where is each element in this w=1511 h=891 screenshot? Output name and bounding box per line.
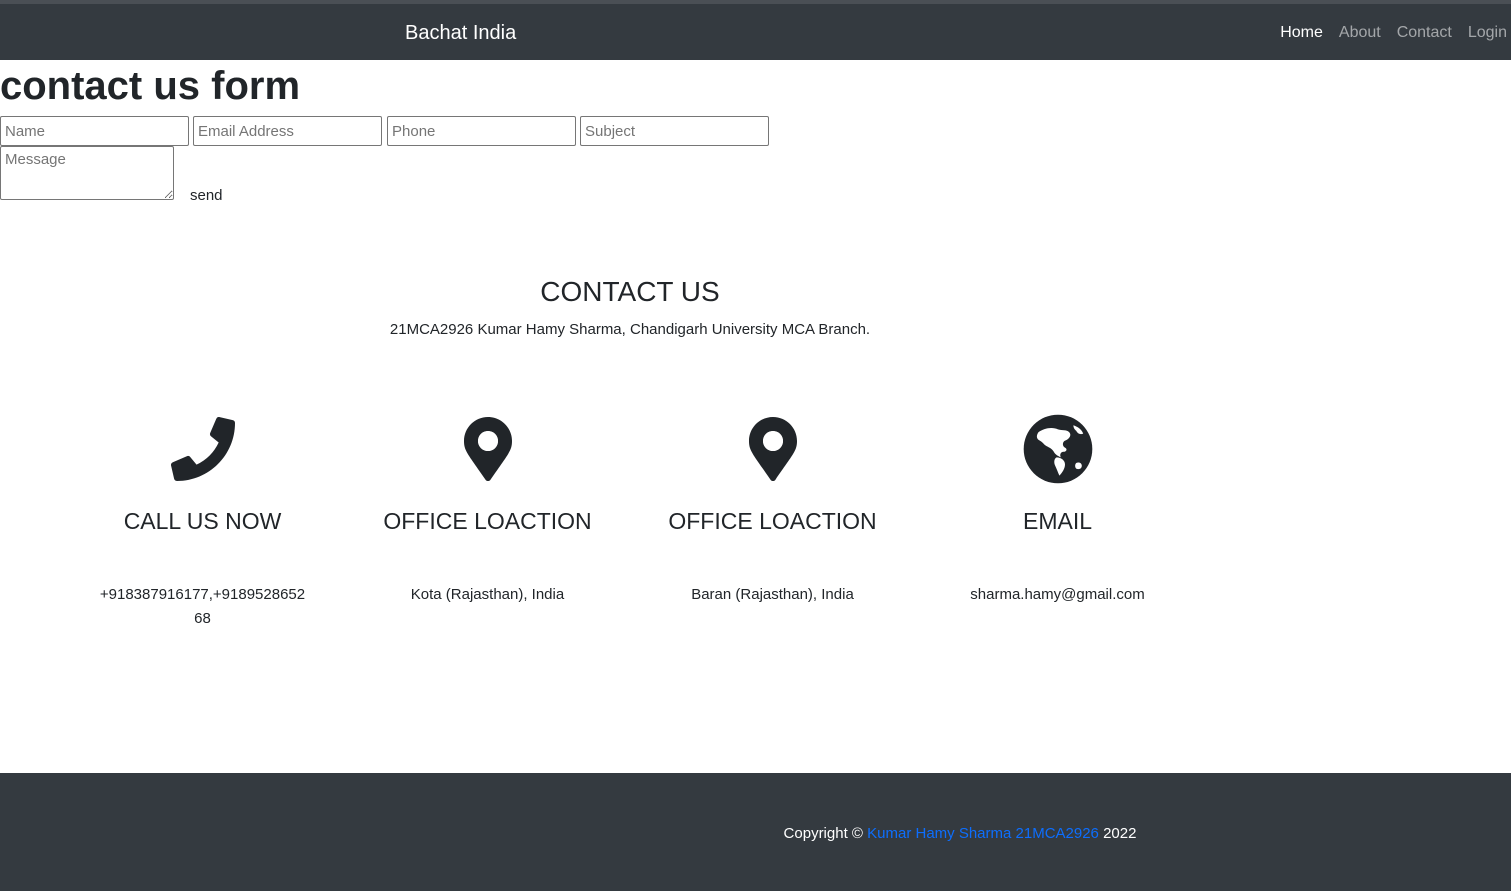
copyright-text: Copyright © Kumar Hamy Sharma 21MCA2926 … [0, 825, 1511, 842]
message-textarea[interactable] [0, 146, 174, 200]
card-text: Kota (Rajasthan), India [410, 586, 565, 603]
card-title: CALL US NOW [123, 508, 282, 534]
card-text: +918387916177,+918952865268 [99, 586, 306, 627]
email-input[interactable] [193, 116, 382, 146]
subject-input[interactable] [580, 116, 769, 146]
card-text: Baran (Rajasthan), India [691, 586, 854, 603]
contact-card-office-1: OFFICE LOACTION Kota (Rajasthan), India [345, 410, 630, 607]
footer: Copyright © Kumar Hamy Sharma 21MCA2926 … [0, 773, 1511, 891]
nav-link-login[interactable]: Login [1468, 24, 1507, 42]
phone-input[interactable] [387, 116, 576, 146]
nav-link-contact[interactable]: Contact [1397, 24, 1452, 42]
nav-link-home[interactable]: Home [1280, 24, 1323, 42]
copyright-year: 2022 [1103, 825, 1137, 842]
card-title: OFFICE LOACTION [383, 508, 592, 534]
nav-links: Home About Contact Login [1280, 24, 1511, 42]
contact-card-email: EMAIL sharma.hamy@gmail.com [915, 410, 1200, 607]
globe-icon [915, 410, 1200, 488]
name-input[interactable] [0, 116, 189, 146]
card-text: sharma.hamy@gmail.com [970, 586, 1145, 603]
card-title: EMAIL [1022, 508, 1093, 534]
navbar: Bachat India Home About Contact Login [0, 0, 1511, 60]
contact-card-office-2: OFFICE LOACTION Baran (Rajasthan), India [630, 410, 915, 607]
contact-heading: CONTACT US [540, 276, 720, 307]
footer-author-link[interactable]: Kumar Hamy Sharma 21MCA2926 [867, 825, 1099, 842]
map-marker-icon [630, 410, 915, 488]
contact-card-phone: CALL US NOW +918387916177,+918952865268 [60, 410, 345, 631]
phone-icon [60, 410, 345, 488]
form-title: contact us form [0, 64, 301, 108]
nav-link-about[interactable]: About [1339, 24, 1381, 42]
navbar-brand[interactable]: Bachat India [405, 22, 516, 45]
map-marker-icon [345, 410, 630, 488]
contact-address: 21MCA2926 Kumar Hamy Sharma, Chandigarh … [389, 321, 871, 338]
copyright-prefix: Copyright © [783, 825, 863, 842]
send-button[interactable]: send [190, 187, 223, 204]
card-title: OFFICE LOACTION [668, 508, 877, 534]
